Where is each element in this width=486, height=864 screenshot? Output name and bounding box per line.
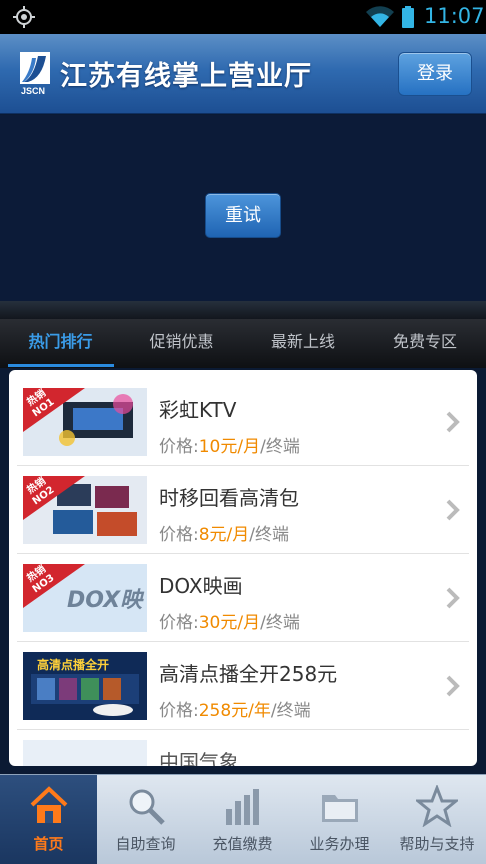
nav-help[interactable]: 帮助与支持 (388, 775, 486, 864)
home-icon (30, 786, 68, 823)
nav-label: 自助查询 (115, 835, 176, 853)
tab-new-releases[interactable]: 最新上线 (242, 319, 364, 368)
star-icon (416, 785, 458, 827)
product-title: 时移回看高清包 (159, 486, 299, 510)
folder-icon (322, 795, 358, 822)
product-price: 价格:30元/月/终端 (159, 613, 300, 633)
product-title: 高清点播全开258元 (159, 662, 338, 686)
product-row[interactable]: DOX映 热销NO3 DOX映画 价格:30元/月/终端 (17, 554, 469, 642)
gps-icon (13, 6, 35, 28)
product-price: 价格:10元/月/终端 (159, 437, 300, 457)
app-header: JSCN 江苏有线掌上营业厅 登录 (0, 34, 486, 114)
bar-chart-icon (226, 789, 259, 825)
battery-icon (402, 6, 414, 28)
chevron-right-icon (446, 587, 460, 609)
tab-hot-ranking[interactable]: 热门排行 (0, 319, 121, 368)
nav-business[interactable]: 业务办理 (291, 775, 388, 864)
banner-divider (0, 301, 486, 319)
product-row[interactable]: 中国气象 (17, 730, 469, 766)
search-icon (129, 789, 165, 825)
chevron-right-icon (446, 675, 460, 697)
product-title: 彩虹KTV (159, 398, 237, 422)
tab-promotions[interactable]: 促销优惠 (121, 319, 242, 368)
nav-label: 充值缴费 (212, 835, 273, 853)
chevron-right-icon (446, 411, 460, 433)
jscn-logo: JSCN (20, 52, 50, 96)
nav-label: 首页 (33, 835, 64, 853)
thumbnail-text: DOX映 (67, 588, 143, 613)
app-title: 江苏有线掌上营业厅 (60, 61, 312, 92)
product-title: DOX映画 (159, 574, 243, 598)
nav-label: 帮助与支持 (399, 835, 475, 853)
svg-text:JSCN: JSCN (21, 86, 45, 96)
nav-label: 业务办理 (309, 835, 370, 853)
tab-free-zone[interactable]: 免费专区 (364, 319, 486, 368)
status-bar: 11:07 (0, 0, 486, 34)
nav-self-query[interactable]: 自助查询 (97, 775, 194, 864)
product-list-area: 热销NO1 彩虹KTV 价格:10元/月/终端 热销NO2 时移回看高清包 价格… (0, 368, 486, 774)
thumbnail-text: 高清点播全开 (37, 658, 110, 672)
product-row[interactable]: 热销NO1 彩虹KTV 价格:10元/月/终端 (17, 378, 469, 466)
product-row[interactable]: 高清点播全开 高清点播全开258元 价格:258元/年/终端 (17, 642, 469, 730)
product-price: 价格:8元/月/终端 (159, 525, 290, 545)
status-time: 11:07 (424, 4, 485, 28)
chevron-right-icon (446, 499, 460, 521)
login-button[interactable]: 登录 (398, 52, 472, 96)
nav-home[interactable]: 首页 (0, 775, 97, 864)
product-row[interactable]: 热销NO2 时移回看高清包 价格:8元/月/终端 (17, 466, 469, 554)
bottom-nav: 首页 自助查询 充值缴费 业务办理 帮助与支持 (0, 774, 486, 864)
active-tab-indicator (8, 364, 114, 367)
product-title: 中国气象 (159, 750, 239, 766)
retry-button[interactable]: 重试 (205, 193, 281, 238)
nav-recharge[interactable]: 充值缴费 (194, 775, 291, 864)
wifi-icon (366, 6, 394, 28)
product-thumbnail (23, 740, 147, 766)
product-price: 价格:258元/年/终端 (159, 701, 311, 721)
banner-area: 重试 (0, 115, 486, 301)
category-tabs: 热门排行 促销优惠 最新上线 免费专区 (0, 319, 486, 368)
product-list: 热销NO1 彩虹KTV 价格:10元/月/终端 热销NO2 时移回看高清包 价格… (9, 370, 477, 766)
